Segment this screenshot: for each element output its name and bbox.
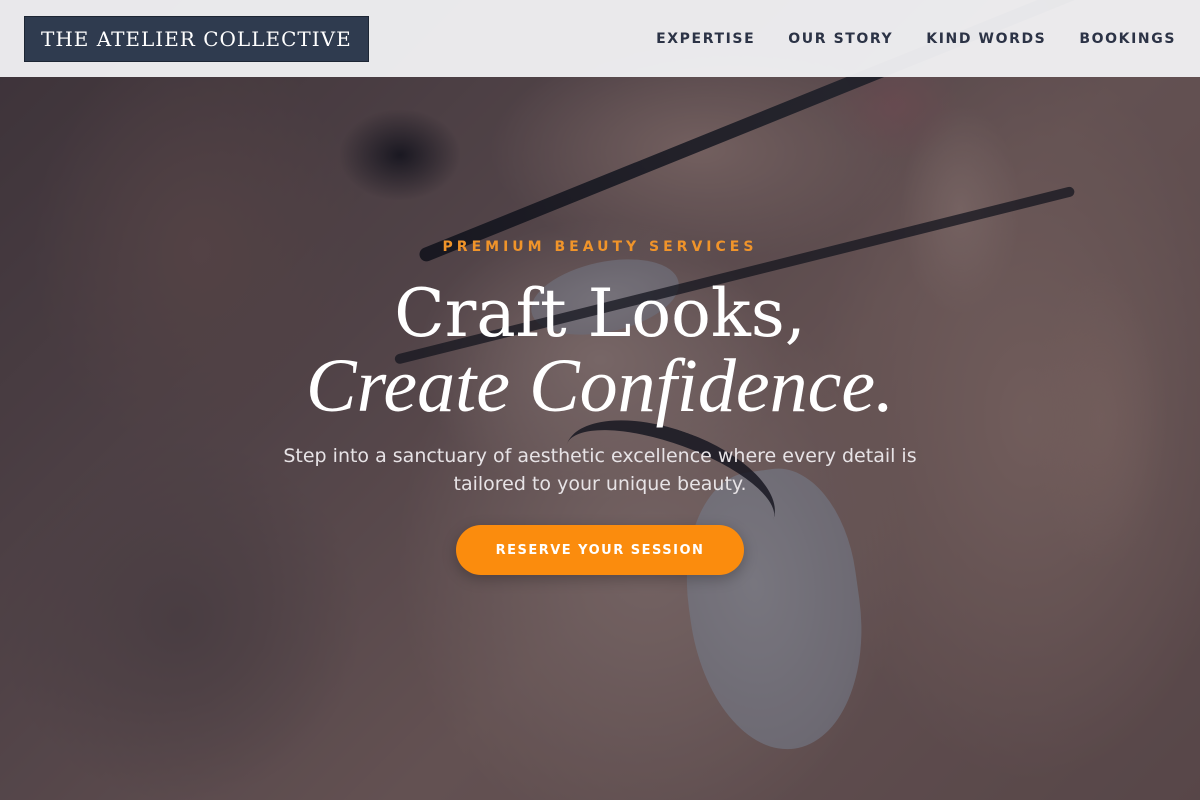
nav-item-kind-words[interactable]: KIND WORDS xyxy=(926,31,1046,47)
landing-page: THE ATELIER COLLECTIVE EXPERTISE OUR STO… xyxy=(0,0,1200,800)
hero-section: PREMIUM BEAUTY SERVICES Craft Looks, Cre… xyxy=(0,0,1200,800)
reserve-session-button[interactable]: RESERVE YOUR SESSION xyxy=(456,525,744,575)
site-header: THE ATELIER COLLECTIVE EXPERTISE OUR STO… xyxy=(0,0,1200,77)
hero-eyebrow: PREMIUM BEAUTY SERVICES xyxy=(442,239,758,255)
nav-item-bookings[interactable]: BOOKINGS xyxy=(1079,31,1176,47)
hero-headline-line2: Create Confidence. xyxy=(305,344,895,428)
main-nav: EXPERTISE OUR STORY KIND WORDS BOOKINGS xyxy=(656,31,1176,47)
hero-subtitle: Step into a sanctuary of aesthetic excel… xyxy=(283,445,917,495)
site-logo[interactable]: THE ATELIER COLLECTIVE xyxy=(24,15,369,62)
hero-headline-line1: Craft Looks, xyxy=(394,275,806,352)
nav-item-our-story[interactable]: OUR STORY xyxy=(788,31,893,47)
nav-item-expertise[interactable]: EXPERTISE xyxy=(656,31,755,47)
